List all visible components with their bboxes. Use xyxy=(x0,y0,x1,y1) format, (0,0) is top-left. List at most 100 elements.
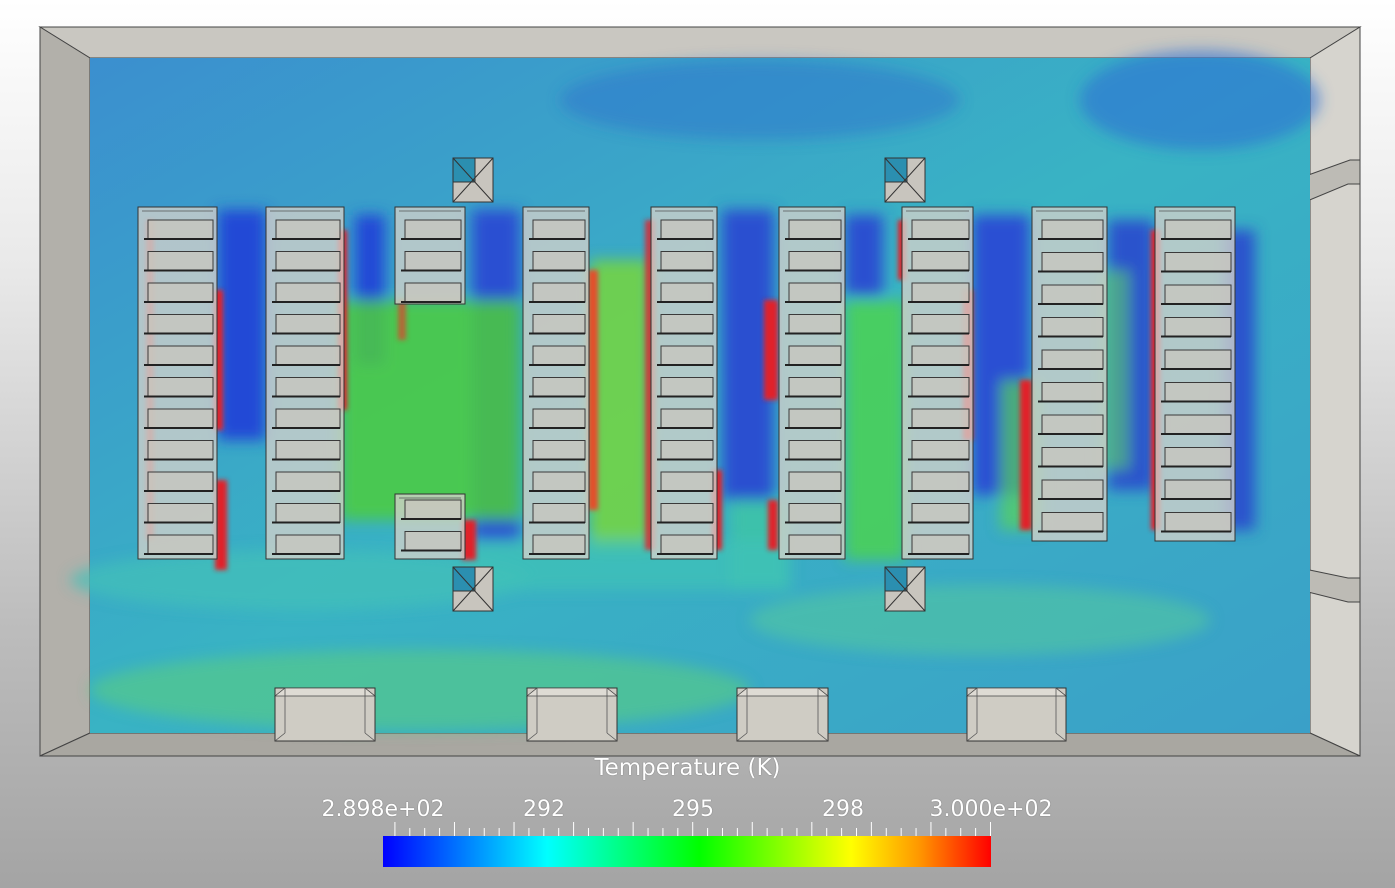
rack-slot xyxy=(147,251,214,271)
wall-right-face xyxy=(1309,26,1361,757)
rack-slot xyxy=(1164,414,1232,435)
rack-slot xyxy=(1164,219,1232,240)
server-rack xyxy=(394,493,466,560)
rack-slot xyxy=(532,282,586,303)
rack-slot xyxy=(532,345,586,366)
rack-slot xyxy=(911,345,970,366)
rack-slot xyxy=(660,345,714,366)
rack-slot xyxy=(532,440,586,460)
rack-slot xyxy=(532,251,586,271)
rack-slot xyxy=(275,251,341,271)
server-racks xyxy=(137,206,1236,560)
rack-slot xyxy=(660,471,714,492)
rack-slot xyxy=(275,345,341,366)
rack-slot xyxy=(147,534,214,555)
rack-slot xyxy=(147,503,214,523)
colorbar-min-label: 2.898e+02 xyxy=(321,797,445,822)
rack-slot xyxy=(911,440,970,460)
rack-slot xyxy=(275,503,341,523)
colorbar-tick-label-295: 295 xyxy=(672,797,714,822)
server-rack xyxy=(522,206,590,560)
rack-slot xyxy=(532,534,586,555)
rack-slot xyxy=(788,377,842,397)
rack-slot xyxy=(660,282,714,303)
rack-slot xyxy=(1041,382,1104,402)
rack-slot xyxy=(147,440,214,460)
rack-slot xyxy=(1041,219,1104,240)
rack-slot xyxy=(660,377,714,397)
rack-slot xyxy=(532,503,586,523)
rack-slot xyxy=(275,471,341,492)
equipment-box xyxy=(525,687,619,742)
server-rack xyxy=(394,206,466,305)
equipment-box xyxy=(735,687,830,742)
wall-left-face xyxy=(39,26,91,757)
rack-slot xyxy=(1164,512,1232,532)
equipment-box xyxy=(965,687,1068,742)
rack-slot xyxy=(660,314,714,334)
server-rack xyxy=(901,206,974,560)
rack-slot xyxy=(147,314,214,334)
rack-slot xyxy=(660,503,714,523)
rack-slot xyxy=(147,471,214,492)
rack-slot xyxy=(788,314,842,334)
rack-slot xyxy=(911,251,970,271)
rack-slot xyxy=(147,282,214,303)
rack-slot xyxy=(788,408,842,429)
rack-slot xyxy=(911,534,970,555)
rack-slot xyxy=(275,440,341,460)
cooling-unit xyxy=(884,566,926,612)
rack-slot xyxy=(275,534,341,555)
rack-slot xyxy=(1041,284,1104,305)
rack-slot xyxy=(660,534,714,555)
rack-slot xyxy=(275,282,341,303)
rack-slot xyxy=(788,503,842,523)
rack-slot xyxy=(404,219,462,240)
rack-slot xyxy=(147,219,214,240)
rack-slot xyxy=(147,408,214,429)
rack-slot xyxy=(660,408,714,429)
rack-slot xyxy=(275,219,341,240)
rack-slot xyxy=(1041,252,1104,272)
equipment-box xyxy=(273,687,377,742)
rack-slot xyxy=(532,377,586,397)
rack-slot xyxy=(404,251,462,271)
rack-slot xyxy=(404,531,462,551)
server-rack xyxy=(137,206,218,560)
rack-slot xyxy=(911,282,970,303)
rack-slot xyxy=(660,440,714,460)
rack-slot xyxy=(275,314,341,334)
rack-slot xyxy=(275,377,341,397)
rack-slot xyxy=(1164,349,1232,370)
cooling-unit xyxy=(452,157,494,203)
server-rack xyxy=(650,206,718,560)
rack-slot xyxy=(1041,317,1104,337)
rack-slot xyxy=(911,377,970,397)
server-rack xyxy=(778,206,846,560)
rack-slot xyxy=(660,219,714,240)
rack-slot xyxy=(788,219,842,240)
rack-slot xyxy=(788,251,842,271)
rack-slot xyxy=(1164,382,1232,402)
rack-slot xyxy=(1164,252,1232,272)
colorbar-tick-label-298: 298 xyxy=(822,797,864,822)
rack-slot xyxy=(1041,447,1104,467)
server-rack xyxy=(1154,206,1236,542)
rack-slot xyxy=(660,251,714,271)
rack-slot xyxy=(911,471,970,492)
rack-slot xyxy=(1041,512,1104,532)
rack-slot xyxy=(788,345,842,366)
colorbar-tick-marks xyxy=(394,822,991,836)
colorbar-tick-label-292: 292 xyxy=(523,797,565,822)
rack-slot xyxy=(404,499,462,520)
rack-slot xyxy=(1164,317,1232,337)
rack-slot xyxy=(1164,479,1232,500)
colorbar xyxy=(383,836,991,867)
rack-slot xyxy=(1164,284,1232,305)
cooling-unit xyxy=(452,566,494,612)
rack-slot xyxy=(911,219,970,240)
rack-slot xyxy=(275,408,341,429)
rack-slot xyxy=(788,282,842,303)
server-rack xyxy=(265,206,345,560)
rack-slot xyxy=(532,408,586,429)
